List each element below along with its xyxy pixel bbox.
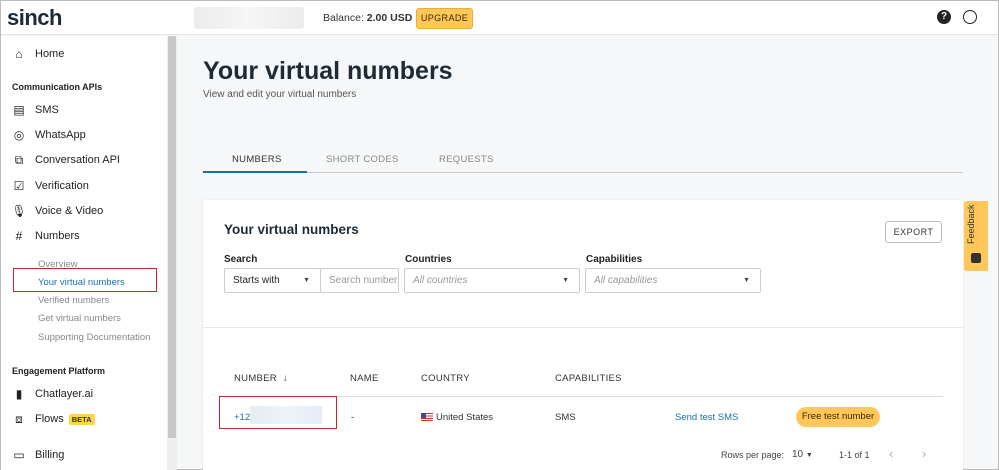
page-title: Your virtual numbers — [203, 57, 453, 85]
search-mode-value: Starts with — [233, 275, 280, 286]
feedback-icon — [971, 253, 981, 263]
caret-down-icon: ▼ — [303, 277, 310, 284]
search-label: Search — [224, 254, 258, 265]
page-subtitle: View and edit your virtual numbers — [203, 89, 357, 100]
sidebar-item-label: Conversation API — [35, 154, 120, 166]
top-bar: sinch Balance: 2.00 USD UPGRADE ? — [1, 1, 998, 35]
pagination-range: 1-1 of 1 — [839, 450, 870, 460]
sidebar-item-label: Verification — [35, 180, 89, 192]
capabilities-select[interactable]: All capabilities ▼ — [585, 268, 761, 293]
active-tab-indicator — [203, 171, 307, 173]
balance-label: Balance: — [323, 12, 364, 24]
account-name-redacted — [194, 7, 304, 29]
cell-country: United States — [421, 412, 493, 423]
hash-icon: # — [15, 229, 23, 243]
us-flag-icon — [421, 413, 433, 421]
tab-divider — [203, 172, 963, 173]
rows-per-page-value: 10 — [792, 449, 804, 460]
sidebar-item-label: Voice & Video — [35, 205, 104, 217]
sidebar-item-sms[interactable]: ▤ SMS — [11, 100, 59, 120]
tab-short-codes[interactable]: SHORT CODES — [326, 154, 399, 165]
sidebar-item-flows[interactable]: ⧈ Flows BETA — [11, 409, 95, 429]
cell-name: - — [351, 412, 355, 423]
caret-down-icon: ▼ — [562, 277, 569, 284]
balance-display: Balance: 2.00 USD — [323, 12, 412, 24]
whatsapp-icon: ◎ — [13, 128, 25, 142]
sidebar-item-whatsapp[interactable]: ◎ WhatsApp — [11, 125, 86, 145]
sms-icon: ▤ — [13, 103, 25, 117]
microphone-icon: 🎙 — [11, 204, 27, 218]
sidebar-sub-verified-numbers[interactable]: Verified numbers — [38, 295, 109, 306]
sidebar-item-numbers[interactable]: # Numbers — [11, 226, 80, 246]
column-header-country: COUNTRY — [421, 373, 470, 384]
sidebar-item-billing[interactable]: ▭ Billing — [11, 445, 64, 465]
user-account-icon[interactable] — [963, 10, 977, 24]
sidebar-item-verification[interactable]: ☑ Verification — [11, 176, 89, 196]
sidebar-item-label: SMS — [35, 104, 59, 116]
card-title: Your virtual numbers — [224, 222, 359, 237]
chatlayer-icon: ▮ — [15, 387, 23, 401]
sidebar-item-label: WhatsApp — [35, 129, 86, 141]
section-communication-apis: Communication APIs — [12, 82, 103, 92]
search-mode-select[interactable]: Starts with ▼ — [224, 268, 321, 293]
column-header-label: NUMBER — [234, 373, 277, 384]
country-name: United States — [436, 412, 494, 423]
feedback-label: Feedback — [966, 204, 976, 244]
capabilities-label: Capabilities — [586, 254, 643, 265]
sidebar-sub-get-virtual-numbers[interactable]: Get virtual numbers — [38, 313, 121, 324]
beta-badge: BETA — [68, 413, 95, 425]
rows-per-page-label: Rows per page: — [721, 450, 785, 460]
sinch-logo[interactable]: sinch — [7, 5, 62, 31]
sidebar-item-home[interactable]: ⌂ Home — [11, 44, 64, 64]
rows-per-page-select[interactable]: 10 ▼ — [792, 449, 813, 460]
tab-numbers[interactable]: NUMBERS — [232, 154, 282, 165]
sidebar-item-label: Flows — [35, 413, 64, 425]
countries-value: All countries — [413, 275, 468, 286]
column-header-name: NAME — [350, 373, 379, 384]
sidebar-item-voice-video[interactable]: 🎙 Voice & Video — [11, 201, 103, 221]
highlight-box-sidebar — [13, 268, 157, 292]
countries-label: Countries — [405, 254, 452, 265]
tab-requests[interactable]: REQUESTS — [439, 154, 494, 165]
sidebar-item-conversation-api[interactable]: ⧉ Conversation API — [11, 150, 120, 170]
upgrade-button[interactable]: UPGRADE — [416, 8, 473, 29]
countries-select[interactable]: All countries ▼ — [404, 268, 580, 293]
column-header-capabilities: CAPABILITIES — [555, 373, 622, 384]
sidebar-scrollbar-thumb[interactable] — [168, 36, 176, 438]
search-placeholder: Search numbers — [329, 275, 399, 286]
balance-value: 2.00 USD — [366, 12, 413, 24]
section-engagement-platform: Engagement Platform — [12, 366, 106, 376]
conversation-icon: ⧉ — [14, 152, 24, 167]
highlight-box-number — [219, 396, 337, 429]
flows-icon: ⧈ — [15, 411, 23, 426]
column-header-number[interactable]: NUMBER ↓ — [234, 373, 288, 384]
sidebar-item-chatlayer[interactable]: ▮ Chatlayer.ai — [11, 384, 93, 404]
capabilities-value: All capabilities — [594, 275, 658, 286]
card-divider — [203, 327, 963, 328]
caret-down-icon: ▼ — [743, 277, 750, 284]
sidebar-sub-supporting-documentation[interactable]: Supporting Documentation — [38, 332, 151, 343]
sidebar-item-label: Chatlayer.ai — [35, 388, 94, 400]
numbers-card — [203, 200, 963, 470]
home-icon: ⌂ — [15, 47, 23, 61]
billing-icon: ▭ — [13, 448, 25, 462]
verification-icon: ☑ — [13, 179, 25, 193]
previous-page-icon[interactable]: ‹ — [889, 446, 893, 461]
search-input[interactable]: Search numbers — [320, 268, 399, 293]
free-test-number-button[interactable]: Free test number — [796, 407, 880, 427]
sidebar-item-label: Home — [35, 48, 65, 60]
cell-capabilities: SMS — [555, 412, 576, 423]
send-test-sms-link[interactable]: Send test SMS — [675, 412, 738, 423]
next-page-icon[interactable]: › — [922, 446, 926, 461]
sort-arrow-down-icon: ↓ — [282, 373, 288, 384]
export-button[interactable]: EXPORT — [885, 221, 942, 243]
caret-down-icon: ▼ — [805, 452, 813, 459]
sidebar-item-label: Billing — [35, 449, 65, 461]
help-icon[interactable]: ? — [937, 10, 951, 24]
sidebar-item-label: Numbers — [35, 230, 80, 242]
